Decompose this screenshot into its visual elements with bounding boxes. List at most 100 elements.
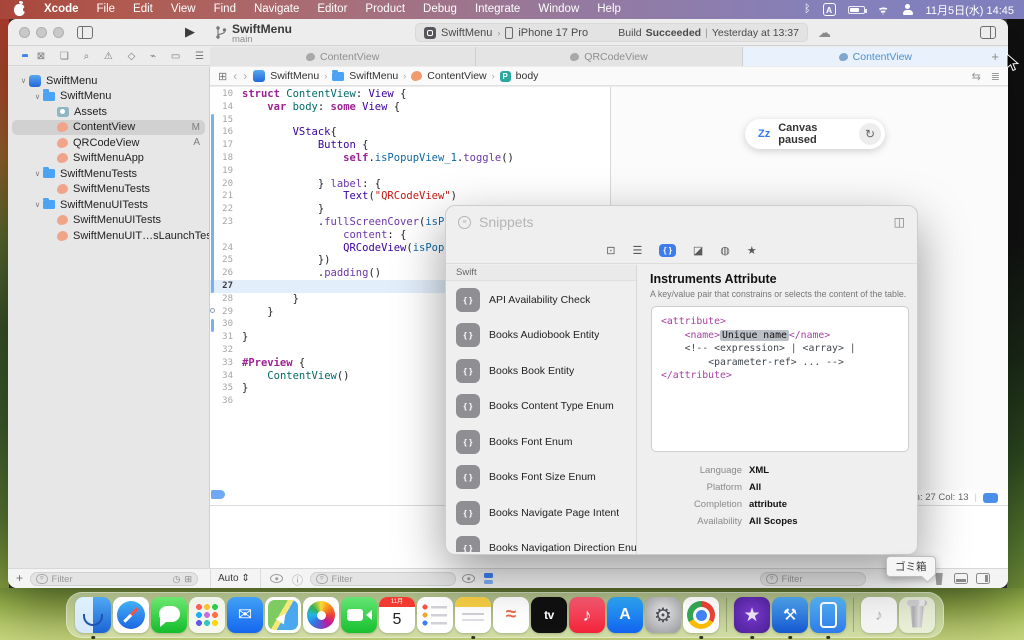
code-line[interactable]: 14 var body: some View {: [210, 101, 610, 114]
sidebar-item-swiftmenutests[interactable]: SwiftMenuTests: [8, 182, 209, 198]
code-line[interactable]: 15: [210, 114, 610, 127]
find-navigator-icon[interactable]: ⌕: [84, 47, 90, 66]
editor-layout-icon[interactable]: [980, 26, 996, 39]
sidebar-item-swiftmenuuitests[interactable]: SwiftMenuUITests: [8, 213, 209, 229]
sidebar-item-contentview[interactable]: ContentViewM: [8, 120, 209, 136]
sidebar-item-swiftmenutests[interactable]: ∨SwiftMenuTests: [8, 166, 209, 182]
toggle-navigator-icon[interactable]: [77, 26, 93, 39]
menu-window[interactable]: Window: [529, 0, 588, 19]
snippets-library-icon[interactable]: { }: [659, 244, 675, 257]
run-button[interactable]: ▶: [185, 24, 195, 40]
minimize-button[interactable]: [36, 27, 47, 38]
console-auto-selector[interactable]: Auto ⇕: [218, 573, 250, 584]
sidebar-item-swiftmenuuitests[interactable]: ∨SwiftMenuUITests: [8, 197, 209, 213]
disclosure-chevron[interactable]: ∨: [32, 92, 43, 101]
editor-only-icon[interactable]: [983, 493, 998, 503]
disclosure-chevron[interactable]: ∨: [18, 76, 29, 85]
test-navigator-icon[interactable]: ◇: [128, 47, 136, 66]
related-items-icon[interactable]: ⊞: [218, 70, 227, 83]
snippets-header[interactable]: ≡ Snippets ◫: [446, 206, 917, 238]
modifiers-library-icon[interactable]: ☰: [633, 244, 643, 257]
dock-item-tv[interactable]: tv: [531, 597, 567, 633]
dock-item-notes[interactable]: [455, 597, 491, 633]
snippet-item[interactable]: { }Books Navigate Page Intent: [446, 495, 636, 531]
scheme-name[interactable]: SwiftMenu: [441, 27, 492, 39]
code-line[interactable]: 10struct ContentView: View {: [210, 88, 610, 101]
forward-icon[interactable]: ›: [243, 69, 247, 83]
menu-integrate[interactable]: Integrate: [466, 0, 529, 19]
sidebar-item-assets[interactable]: Assets: [8, 104, 209, 120]
snippet-item[interactable]: { }API Availability Check: [446, 282, 636, 318]
navigator-filter-input[interactable]: [52, 574, 169, 585]
right-filter-input[interactable]: [782, 574, 860, 585]
dock-item-xcode[interactable]: ⚒: [772, 597, 808, 633]
menu-find[interactable]: Find: [205, 0, 245, 19]
code-review-icon[interactable]: ⇆: [972, 70, 981, 83]
battery-icon[interactable]: [848, 6, 865, 14]
build-status[interactable]: BuildSucceeded|Yesterday at 13:37: [618, 27, 799, 39]
dock-item-music[interactable]: ♪: [569, 597, 605, 633]
dock-item-trash[interactable]: [899, 597, 935, 633]
close-button[interactable]: [19, 27, 30, 38]
cloud-status-icon[interactable]: ☁: [818, 25, 831, 41]
code-line[interactable]: 16 VStack{: [210, 126, 610, 139]
add-file-button[interactable]: +: [16, 571, 23, 585]
sidebar-item-swiftmenu[interactable]: ∨SwiftMenu: [8, 73, 209, 89]
sidebar-item-swiftmenu[interactable]: ∨SwiftMenu: [8, 89, 209, 105]
media-library-icon[interactable]: ◪: [693, 244, 703, 257]
zoom-button[interactable]: [53, 27, 64, 38]
code-line[interactable]: 20 } label: {: [210, 178, 610, 191]
dock-item-finder[interactable]: [75, 597, 111, 633]
menu-xcode[interactable]: Xcode: [35, 0, 88, 19]
source-control-navigator-icon[interactable]: ⊠: [37, 47, 45, 66]
breakpoint-marker[interactable]: [211, 490, 225, 499]
bookmark-navigator-icon[interactable]: ❏: [60, 47, 69, 66]
snippet-item[interactable]: { }Books Book Entity: [446, 353, 636, 389]
snippet-item[interactable]: { }Books Font Size Enum: [446, 460, 636, 496]
dock-item-calendar[interactable]: 11月5: [379, 597, 415, 633]
color-library-icon[interactable]: ◍: [720, 244, 730, 257]
breakpoint-navigator-icon[interactable]: ▭: [171, 47, 180, 66]
menu-debug[interactable]: Debug: [414, 0, 466, 19]
refresh-canvas-button[interactable]: ↻: [859, 123, 881, 145]
source-control-filter-icon[interactable]: ⊞: [184, 574, 192, 585]
console-filter-field[interactable]: ▿: [310, 572, 456, 586]
dock-item-safari[interactable]: [113, 597, 149, 633]
menu-view[interactable]: View: [162, 0, 205, 19]
clear-console-button[interactable]: [934, 573, 944, 585]
quick-look-icon[interactable]: [462, 574, 475, 583]
wifi-icon[interactable]: [877, 5, 890, 15]
console-filter-input[interactable]: [332, 574, 450, 585]
code-line[interactable]: 17 Button {: [210, 139, 610, 152]
breadcrumb-item[interactable]: SwiftMenu: [349, 70, 398, 82]
dock-item-app-store[interactable]: A: [607, 597, 643, 633]
code-line[interactable]: 19: [210, 165, 610, 178]
menu-edit[interactable]: Edit: [124, 0, 162, 19]
sidebar-item-qrcodeview[interactable]: QRCodeViewA: [8, 135, 209, 151]
views-library-icon[interactable]: ⊡: [606, 244, 615, 257]
dock-item-system-settings[interactable]: ⚙: [645, 597, 681, 633]
dock-item-chrome[interactable]: [683, 597, 719, 633]
breadcrumb-item[interactable]: SwiftMenu: [270, 70, 319, 82]
window-titlebar[interactable]: ▶ SwiftMenu main SwiftMenu › iPhone 17 P…: [8, 19, 1008, 46]
menu-navigate[interactable]: Navigate: [245, 0, 308, 19]
user-icon[interactable]: [902, 4, 914, 15]
minimap-icon[interactable]: ≣: [991, 70, 1000, 83]
bluetooth-icon[interactable]: ᛒ: [804, 0, 811, 19]
right-filter-field[interactable]: ▿: [760, 572, 866, 586]
dock-item-facetime[interactable]: [341, 597, 377, 633]
dock-item-messages[interactable]: [151, 597, 187, 633]
editor-tab-3[interactable]: ContentView: [743, 47, 1008, 66]
snippet-item[interactable]: { }Books Content Type Enum: [446, 389, 636, 425]
dock-item-maps[interactable]: [265, 597, 301, 633]
apple-menu-icon[interactable]: [14, 4, 25, 16]
sidebar-item-swiftmenuuit…slaunchtests[interactable]: SwiftMenuUIT…sLaunchTests: [8, 228, 209, 244]
snippet-code-preview[interactable]: <attribute> <name>Unique name</name> <!-…: [651, 306, 909, 452]
menu-product[interactable]: Product: [356, 0, 414, 19]
menu-editor[interactable]: Editor: [308, 0, 356, 19]
menu-file[interactable]: File: [88, 0, 125, 19]
disclosure-chevron[interactable]: ∨: [32, 200, 43, 209]
breadcrumb-item[interactable]: body: [516, 70, 539, 82]
new-tab-button[interactable]: +: [991, 47, 999, 66]
dock-item-simulator[interactable]: [810, 597, 846, 633]
